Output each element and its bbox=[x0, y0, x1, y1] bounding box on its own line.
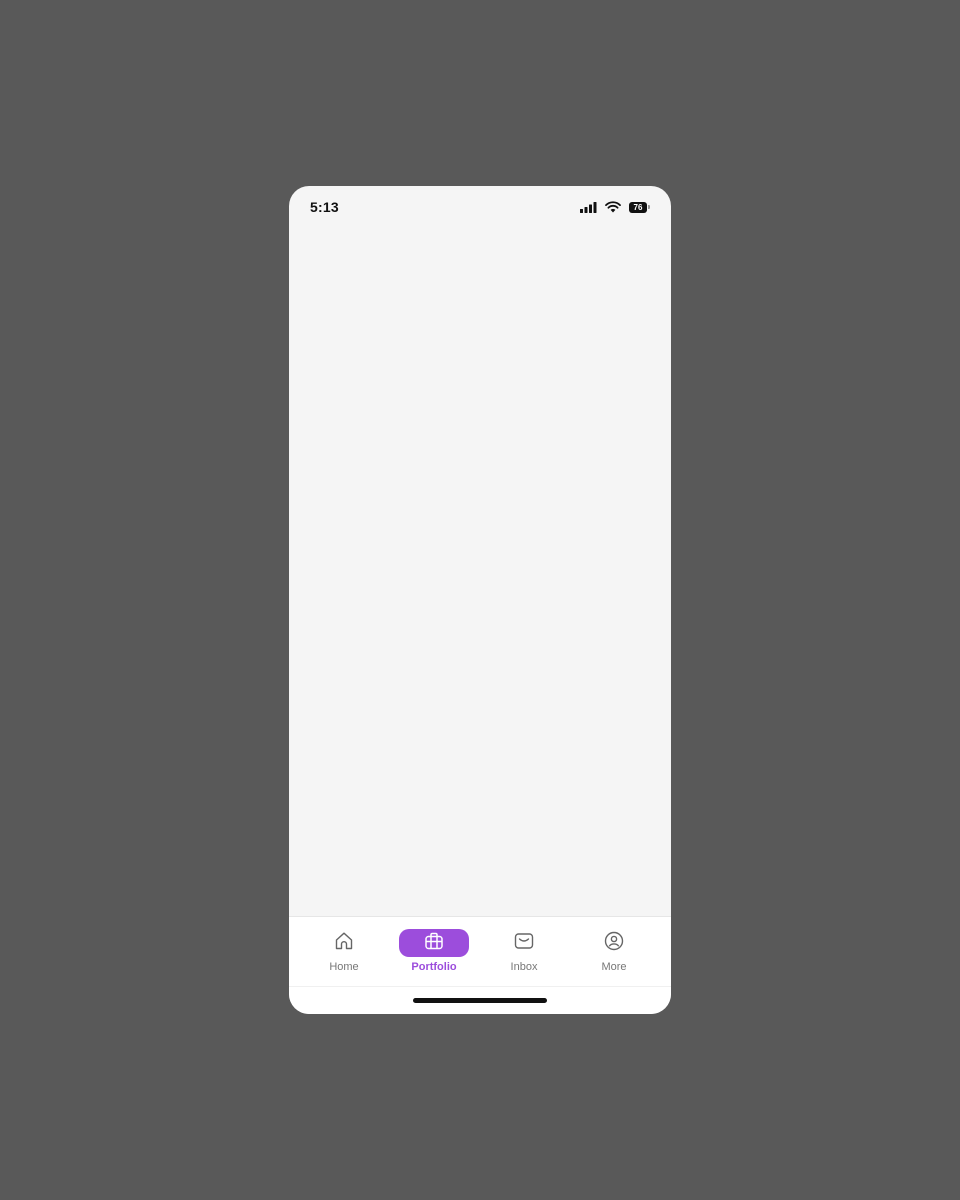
inbox-icon bbox=[513, 930, 535, 957]
status-bar: 5:13 76 bbox=[289, 186, 671, 230]
tab-more-label: More bbox=[601, 961, 627, 973]
cellular-signal-icon bbox=[580, 201, 597, 213]
briefcase-icon bbox=[423, 930, 445, 957]
status-icons: 76 bbox=[580, 200, 651, 214]
tab-home[interactable]: Home bbox=[299, 929, 389, 979]
tab-inbox[interactable]: Inbox bbox=[479, 929, 569, 979]
tab-portfolio-label: Portfolio bbox=[411, 961, 457, 973]
battery-level: 76 bbox=[629, 201, 647, 213]
phone-screen: 5:13 76 Home Portfolio Inbox More bbox=[289, 186, 671, 1014]
home-icon bbox=[333, 930, 355, 957]
tab-portfolio[interactable]: Portfolio bbox=[389, 929, 479, 979]
profile-icon bbox=[603, 930, 625, 957]
tab-bar-divider bbox=[289, 986, 671, 987]
status-time: 5:13 bbox=[310, 199, 339, 215]
battery-icon: 76 bbox=[629, 201, 651, 213]
portfolio-content bbox=[289, 230, 671, 916]
bottom-tab-bar: Home Portfolio Inbox More bbox=[289, 916, 671, 1014]
home-indicator[interactable] bbox=[413, 998, 547, 1003]
tab-more[interactable]: More bbox=[569, 929, 659, 979]
wifi-icon bbox=[605, 201, 621, 213]
tab-inbox-label: Inbox bbox=[510, 961, 538, 973]
tab-home-label: Home bbox=[329, 961, 359, 973]
